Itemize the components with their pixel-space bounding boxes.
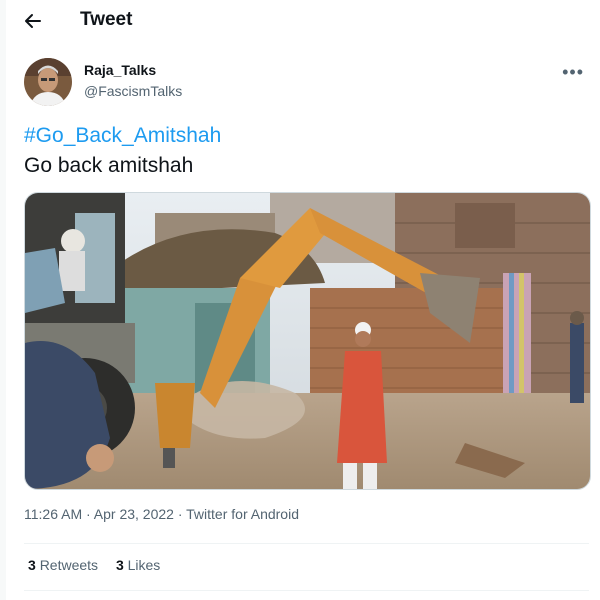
tweet-timestamp[interactable]: 11:26 AM · Apr 23, 2022 ·: [24, 506, 186, 522]
arrow-left-icon: [25, 14, 41, 28]
tweet-metadata: 11:26 AM · Apr 23, 2022 · Twitter for An…: [24, 506, 299, 522]
author-display-name[interactable]: Raja_Talks: [84, 62, 156, 78]
author-handle[interactable]: @FascismTalks: [84, 83, 182, 99]
divider: [24, 543, 589, 544]
tweet-text: Go back amitshah: [24, 154, 194, 177]
likes-label: Likes: [127, 557, 161, 573]
tweet-photo[interactable]: [24, 192, 591, 490]
page-title: Tweet: [80, 9, 133, 30]
hashtag-link[interactable]: #Go_Back_Amitshah: [24, 124, 221, 148]
tweet-stats: 3 Retweets 3 Likes: [28, 557, 174, 573]
avatar[interactable]: [24, 58, 72, 106]
retweets-count: 3: [28, 557, 36, 573]
top-bar: Tweet: [0, 0, 600, 42]
left-edge: [0, 0, 6, 600]
more-horizontal-icon: •••: [562, 62, 584, 82]
likes-stat[interactable]: 3 Likes: [116, 557, 160, 573]
more-options-button[interactable]: •••: [562, 62, 584, 83]
divider: [24, 590, 589, 591]
tweet-author: Raja_Talks @FascismTalks •••: [24, 58, 584, 110]
retweets-stat[interactable]: 3 Retweets: [28, 557, 98, 573]
tweet-source[interactable]: Twitter for Android: [186, 506, 299, 522]
retweets-label: Retweets: [39, 557, 99, 573]
back-button[interactable]: [18, 6, 48, 36]
likes-count: 3: [115, 557, 124, 573]
